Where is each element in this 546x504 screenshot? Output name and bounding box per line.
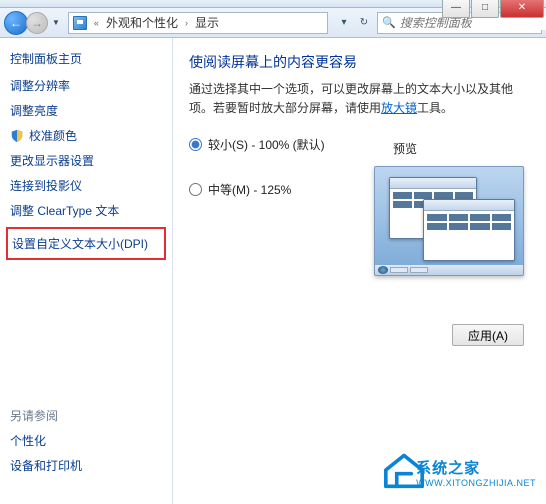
page-title: 使阅读屏幕上的内容更容易 (189, 52, 530, 72)
radio-medium[interactable] (189, 183, 202, 196)
watermark-name: 系统之家 (416, 457, 536, 478)
sidebar-label: 校准颜色 (29, 127, 77, 144)
search-icon: 🔍 (382, 16, 396, 29)
content-pane: 使阅读屏幕上的内容更容易 通过选择其中一个选项，可以更改屏幕上的文本大小以及其他… (173, 38, 546, 504)
desc-prefix: 通过选择其中一个选项，可以更改屏幕上的文本大小以及其他项。若要暂时放大部分屏幕，… (189, 82, 513, 115)
see-also-section: 另请参阅 个性化 设备和打印机 (10, 407, 82, 482)
watermark-url: WWW.XITONGZHIJIA.NET (416, 478, 536, 488)
option-small[interactable]: 较小(S) - 100% (默认) (189, 136, 530, 153)
preview-label: 预览 (393, 140, 417, 157)
breadcrumb-chev-icon[interactable]: « (91, 18, 102, 28)
forward-button[interactable]: → (26, 12, 48, 34)
close-button[interactable]: ✕ (500, 0, 544, 18)
preview-taskbar (375, 265, 523, 275)
see-also-personalization[interactable]: 个性化 (10, 432, 82, 449)
watermark-text: 系统之家 WWW.XITONGZHIJIA.NET (416, 457, 536, 488)
preview-start-icon (378, 266, 388, 274)
apply-button[interactable]: 应用(A) (452, 324, 524, 346)
control-panel-home-link[interactable]: 控制面板主页 (10, 50, 162, 67)
option-medium-label: 中等(M) - 125% (208, 181, 291, 198)
address-dropdown-icon[interactable]: ▾ (335, 14, 353, 32)
history-dropdown-icon[interactable]: ▼ (52, 18, 60, 27)
magnifier-link[interactable]: 放大镜 (381, 101, 417, 115)
preview-window-front (423, 199, 515, 261)
option-small-label: 较小(S) - 100% (默认) (208, 136, 325, 153)
sidebar-link-resolution[interactable]: 调整分辨率 (10, 77, 162, 94)
desc-suffix: 工具。 (417, 101, 453, 115)
back-button[interactable]: ← (4, 11, 28, 35)
title-bar: — □ ✕ (0, 0, 546, 8)
breadcrumb-sep-icon: › (182, 18, 191, 28)
sidebar-link-brightness[interactable]: 调整亮度 (10, 102, 162, 119)
sidebar-link-dpi[interactable]: 设置自定义文本大小(DPI) (12, 235, 160, 252)
refresh-icon[interactable]: ↻ (355, 14, 373, 32)
radio-small[interactable] (189, 138, 202, 151)
sidebar-link-display-settings[interactable]: 更改显示器设置 (10, 152, 162, 169)
see-also-devices[interactable]: 设备和打印机 (10, 457, 82, 474)
nav-buttons: ← → ▼ (4, 11, 64, 35)
see-also-heading: 另请参阅 (10, 407, 82, 424)
sidebar-link-calibrate[interactable]: 校准颜色 (10, 127, 162, 144)
address-bar[interactable]: « 外观和个性化 › 显示 (68, 12, 328, 34)
body: 控制面板主页 调整分辨率 调整亮度 校准颜色 更改显示器设置 连接到投影仪 调整… (0, 38, 546, 504)
minimize-button[interactable]: — (442, 0, 470, 18)
breadcrumb-display[interactable]: 显示 (195, 14, 219, 31)
highlighted-item: 设置自定义文本大小(DPI) (6, 227, 166, 260)
window-controls: — □ ✕ (442, 0, 544, 18)
sidebar-link-cleartype[interactable]: 调整 ClearType 文本 (10, 202, 162, 219)
preview-thumbnail (374, 166, 524, 276)
shield-icon (10, 129, 24, 143)
sidebar: 控制面板主页 调整分辨率 调整亮度 校准颜色 更改显示器设置 连接到投影仪 调整… (0, 38, 172, 504)
sidebar-link-projector[interactable]: 连接到投影仪 (10, 177, 162, 194)
breadcrumb-appearance[interactable]: 外观和个性化 (106, 14, 178, 31)
control-panel-icon (73, 16, 87, 30)
maximize-button[interactable]: □ (471, 0, 499, 18)
address-buttons: ▾ ↻ (335, 14, 373, 32)
page-description: 通过选择其中一个选项，可以更改屏幕上的文本大小以及其他项。若要暂时放大部分屏幕，… (189, 80, 530, 118)
